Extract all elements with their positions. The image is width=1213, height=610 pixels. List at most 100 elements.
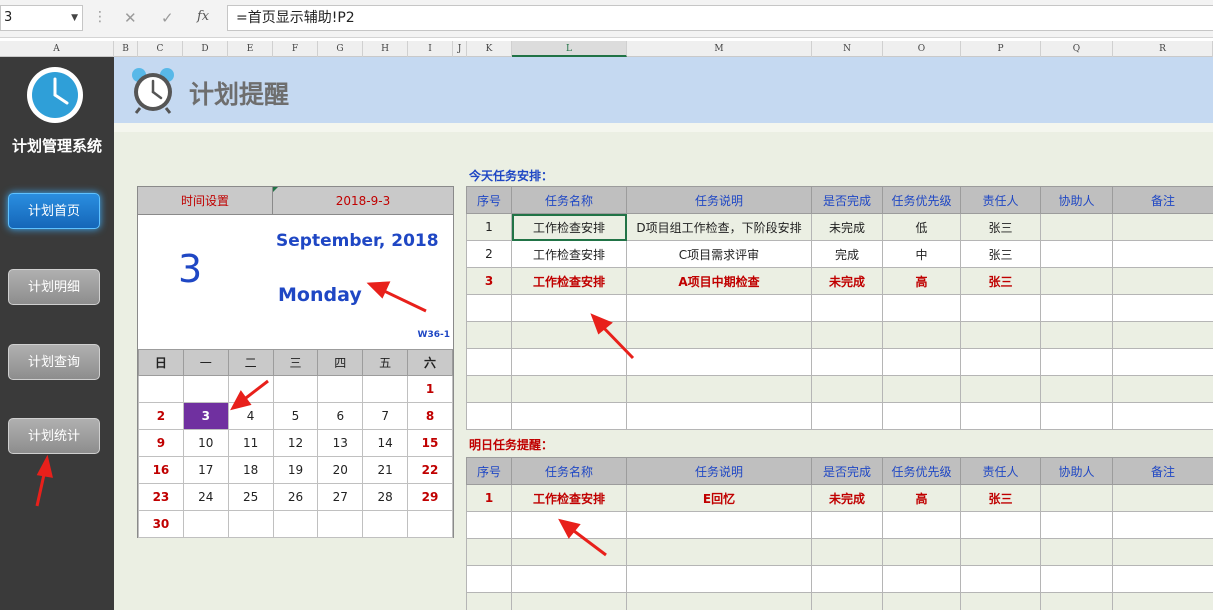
confirm-icon[interactable]: ✓: [161, 9, 174, 27]
column-header-n[interactable]: N: [812, 41, 883, 57]
calendar-day-cell[interactable]: 20: [317, 456, 364, 484]
table-cell[interactable]: [960, 321, 1041, 349]
calendar-day-cell[interactable]: 2: [138, 402, 184, 430]
calendar-day-cell[interactable]: 21: [362, 456, 409, 484]
table-cell[interactable]: [960, 402, 1041, 430]
table-cell[interactable]: 2: [466, 240, 512, 268]
nav-button-2[interactable]: 计划明细: [8, 269, 100, 305]
table-cell[interactable]: [1112, 402, 1213, 430]
table-cell[interactable]: [466, 592, 512, 610]
table-cell[interactable]: [1040, 321, 1113, 349]
table-cell[interactable]: [960, 565, 1041, 593]
calendar-day-cell[interactable]: 30: [138, 510, 184, 538]
table-cell[interactable]: [1040, 213, 1113, 241]
chevron-down-icon[interactable]: ▼: [71, 6, 78, 30]
table-cell[interactable]: 工作检查安排: [511, 213, 627, 241]
calendar-day-cell[interactable]: 27: [317, 483, 364, 511]
cancel-icon[interactable]: ✕: [124, 9, 137, 27]
table-cell[interactable]: [882, 538, 961, 566]
calendar-day-cell[interactable]: 25: [227, 483, 274, 511]
table-cell[interactable]: [626, 592, 812, 610]
calendar-day-cell[interactable]: 13: [317, 429, 364, 457]
table-cell[interactable]: [466, 511, 512, 539]
table-cell[interactable]: 张三: [960, 267, 1041, 295]
column-header-f[interactable]: F: [273, 41, 318, 57]
column-header-m[interactable]: M: [627, 41, 812, 57]
table-cell[interactable]: A项目中期检查: [626, 267, 812, 295]
column-header-e[interactable]: E: [228, 41, 273, 57]
nav-button-4[interactable]: 计划统计: [8, 418, 100, 454]
table-cell[interactable]: 工作检查安排: [511, 267, 627, 295]
table-cell[interactable]: C项目需求评审: [626, 240, 812, 268]
table-cell[interactable]: [882, 592, 961, 610]
table-cell[interactable]: 高: [882, 484, 961, 512]
table-cell[interactable]: [882, 402, 961, 430]
calendar-day-cell[interactable]: 4: [227, 402, 274, 430]
table-cell[interactable]: [960, 538, 1041, 566]
table-cell[interactable]: [511, 375, 627, 403]
table-cell[interactable]: [1112, 294, 1213, 322]
table-cell[interactable]: 低: [882, 213, 961, 241]
table-cell[interactable]: [511, 348, 627, 376]
calendar-day-cell[interactable]: 24: [182, 483, 229, 511]
table-cell[interactable]: [511, 511, 627, 539]
table-cell[interactable]: [811, 592, 883, 610]
column-header-d[interactable]: D: [183, 41, 228, 57]
table-cell[interactable]: [1040, 267, 1113, 295]
table-cell[interactable]: [811, 375, 883, 403]
formula-input[interactable]: =首页显示辅助!P2: [227, 5, 1213, 31]
calendar-day-cell[interactable]: [317, 375, 364, 403]
table-cell[interactable]: E回忆: [626, 484, 812, 512]
table-cell[interactable]: [811, 321, 883, 349]
name-box[interactable]: 3 ▼: [0, 5, 83, 31]
column-header-q[interactable]: Q: [1041, 41, 1113, 57]
column-header-c[interactable]: C: [138, 41, 183, 57]
table-cell[interactable]: [960, 511, 1041, 539]
calendar-day-cell[interactable]: [138, 375, 184, 403]
column-header-h[interactable]: H: [363, 41, 408, 57]
table-cell[interactable]: [1040, 348, 1113, 376]
table-cell[interactable]: [511, 565, 627, 593]
column-header-l[interactable]: L: [512, 41, 627, 57]
calendar-day-cell[interactable]: 18: [227, 456, 274, 484]
table-cell[interactable]: [626, 375, 812, 403]
nav-button-1[interactable]: 计划首页: [8, 193, 100, 229]
calendar-day-cell[interactable]: [362, 510, 409, 538]
table-cell[interactable]: [882, 375, 961, 403]
table-cell[interactable]: [811, 402, 883, 430]
table-cell[interactable]: [882, 321, 961, 349]
column-header-j[interactable]: J: [453, 41, 467, 57]
table-cell[interactable]: [882, 348, 961, 376]
table-cell[interactable]: [626, 538, 812, 566]
table-cell[interactable]: 高: [882, 267, 961, 295]
calendar-day-cell[interactable]: 10: [182, 429, 229, 457]
table-cell[interactable]: [1112, 240, 1213, 268]
table-cell[interactable]: [1112, 375, 1213, 403]
table-cell[interactable]: [1040, 592, 1113, 610]
table-cell[interactable]: 3: [466, 267, 512, 295]
column-header-k[interactable]: K: [467, 41, 512, 57]
table-cell[interactable]: [882, 511, 961, 539]
table-cell[interactable]: [626, 511, 812, 539]
table-cell[interactable]: [1112, 348, 1213, 376]
calendar-day-cell[interactable]: 12: [272, 429, 319, 457]
table-cell[interactable]: [511, 294, 627, 322]
table-cell[interactable]: [811, 565, 883, 593]
table-cell[interactable]: [960, 348, 1041, 376]
table-cell[interactable]: [466, 402, 512, 430]
table-cell[interactable]: 完成: [811, 240, 883, 268]
table-cell[interactable]: [1112, 592, 1213, 610]
table-cell[interactable]: [960, 294, 1041, 322]
table-cell[interactable]: [511, 592, 627, 610]
table-cell[interactable]: [626, 402, 812, 430]
calendar-day-cell[interactable]: 5: [272, 402, 319, 430]
calendar-day-cell[interactable]: 11: [227, 429, 274, 457]
calendar-day-cell[interactable]: 17: [182, 456, 229, 484]
calendar-day-cell[interactable]: [272, 510, 319, 538]
time-setting-date[interactable]: 2018-9-3: [273, 187, 453, 215]
table-cell[interactable]: 未完成: [811, 213, 883, 241]
column-header-a[interactable]: A: [0, 41, 114, 57]
table-cell[interactable]: 未完成: [811, 484, 883, 512]
table-cell[interactable]: [1040, 511, 1113, 539]
table-cell[interactable]: [882, 294, 961, 322]
